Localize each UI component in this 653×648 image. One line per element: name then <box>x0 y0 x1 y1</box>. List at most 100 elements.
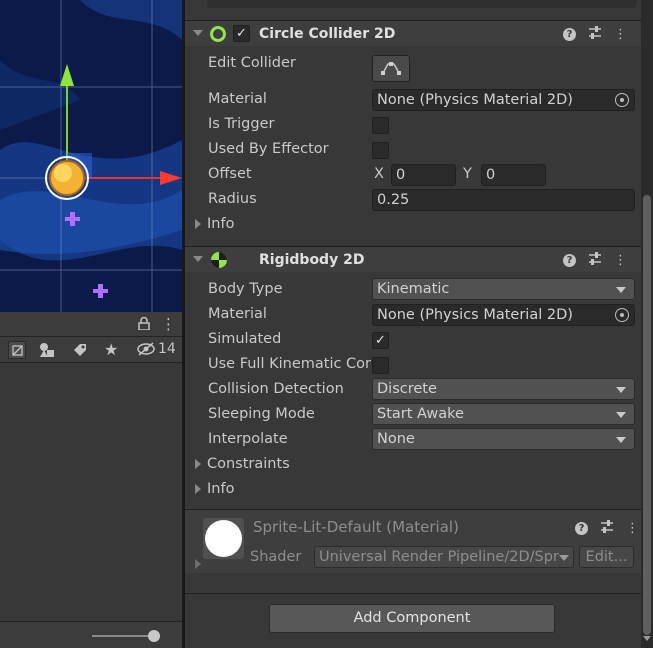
enabled-checkbox[interactable]: ✓ <box>233 25 250 42</box>
scene-view[interactable] <box>0 0 182 312</box>
inspector-scrollbar[interactable] <box>641 0 653 648</box>
info-foldout-icon[interactable] <box>195 219 201 229</box>
zoom-slider-track[interactable] <box>92 635 154 637</box>
scene-toolbar: ⋮ <box>0 312 182 337</box>
material-preview <box>203 518 244 559</box>
chevron-down-icon <box>616 437 626 443</box>
material-value: None (Physics Material 2D) <box>377 92 573 108</box>
offset-x-field[interactable]: 0 <box>391 164 456 186</box>
is-trigger-label: Is Trigger <box>208 116 275 132</box>
radius-field[interactable]: 0.25 <box>372 189 635 211</box>
offset-x-value: 0 <box>396 167 406 183</box>
collision-detection-dropdown[interactable]: Discrete <box>372 378 635 400</box>
material-field[interactable]: None (Physics Material 2D) <box>372 89 635 111</box>
offset-x-label: X <box>374 166 384 182</box>
sleeping-mode-label: Sleeping Mode <box>208 406 315 422</box>
chevron-down-icon <box>616 412 626 418</box>
material-section: Sprite-Lit-Default (Material) ? ⋮ Shader… <box>185 509 641 573</box>
radius-value: 0.25 <box>377 192 410 208</box>
more-options-icon[interactable]: ⋮ <box>614 27 627 42</box>
previous-component-footer <box>207 0 637 8</box>
constraints-foldout-label[interactable]: Constraints <box>207 456 290 472</box>
help-icon[interactable]: ? <box>575 522 588 535</box>
inspector-panel: ✓ Circle Collider 2D ? ⋮ Edit Collider M… <box>185 0 653 648</box>
material-label: Material <box>208 306 267 322</box>
offset-label: Offset <box>208 166 252 182</box>
simulated-label: Simulated <box>208 331 282 347</box>
use-full-kinematic-label: Use Full Kinematic Cor <box>208 356 372 372</box>
presets-icon[interactable] <box>588 252 602 269</box>
foldout-expanded-icon[interactable] <box>193 256 203 262</box>
presets-icon[interactable] <box>600 520 614 537</box>
is-trigger-checkbox[interactable] <box>372 117 389 134</box>
offset-y-field[interactable]: 0 <box>481 164 546 186</box>
star-icon[interactable]: ★ <box>104 340 118 359</box>
material-field[interactable]: None (Physics Material 2D) <box>372 304 635 326</box>
more-options-icon[interactable]: ⋮ <box>614 253 627 268</box>
foldout-expanded-icon[interactable] <box>193 30 203 36</box>
rigidbody-header[interactable]: Rigidbody 2D ? ⋮ <box>185 246 641 272</box>
presets-icon[interactable] <box>588 26 602 43</box>
use-full-kinematic-checkbox[interactable] <box>372 357 389 374</box>
add-component-button[interactable]: Add Component <box>269 604 555 633</box>
edit-shape-icon <box>381 62 401 75</box>
scrollbar-thumb[interactable] <box>643 195 651 635</box>
tag-icon[interactable] <box>72 342 88 362</box>
rigidbody-icon <box>210 251 228 273</box>
shader-value: Universal Render Pipeline/2D/Spr <box>319 549 559 565</box>
component-icon[interactable] <box>8 341 26 359</box>
interpolate-dropdown[interactable]: None <box>372 428 635 450</box>
chevron-down-icon <box>616 287 626 293</box>
radius-label: Radius <box>208 191 257 207</box>
more-options-icon[interactable]: ⋮ <box>161 315 176 333</box>
body-type-dropdown[interactable]: Kinematic <box>372 278 635 300</box>
used-by-effector-checkbox[interactable] <box>372 142 389 159</box>
circle-collider-icon <box>210 26 226 42</box>
constraints-foldout-icon[interactable] <box>195 459 201 469</box>
edit-collider-label: Edit Collider <box>208 55 296 71</box>
material-label: Material <box>208 91 267 107</box>
more-options-icon[interactable]: ⋮ <box>626 521 639 536</box>
shader-edit-button[interactable]: Edit... <box>579 546 634 568</box>
scene-canvas <box>0 0 182 312</box>
chevron-down-icon <box>559 555 569 561</box>
zoom-bar <box>0 621 182 648</box>
interpolate-value: None <box>377 431 415 447</box>
scene-icon-bar: ★ 14 <box>0 337 182 363</box>
shader-label: Shader <box>250 549 302 565</box>
scroll-down-icon[interactable] <box>643 636 651 641</box>
body-type-label: Body Type <box>208 281 283 297</box>
sleeping-mode-value: Start Awake <box>377 406 464 422</box>
body-type-value: Kinematic <box>377 281 450 297</box>
shapes-icon[interactable] <box>38 342 56 362</box>
offset-y-label: Y <box>463 166 472 182</box>
info-foldout-icon[interactable] <box>195 484 201 494</box>
simulated-checkbox[interactable]: ✓ <box>372 332 389 349</box>
visibility-icon[interactable] <box>137 342 155 360</box>
object-picker-icon[interactable] <box>615 93 629 107</box>
shader-dropdown[interactable]: Universal Render Pipeline/2D/Spr <box>314 546 574 568</box>
info-foldout-label[interactable]: Info <box>207 216 234 232</box>
collision-detection-value: Discrete <box>377 381 437 397</box>
object-picker-icon[interactable] <box>615 308 629 322</box>
edit-collider-button[interactable] <box>372 55 410 82</box>
project-panel <box>0 363 182 621</box>
lock-icon[interactable] <box>138 316 150 331</box>
component-title: Circle Collider 2D <box>259 25 396 42</box>
offset-y-value: 0 <box>486 167 496 183</box>
material-value: None (Physics Material 2D) <box>377 307 573 323</box>
help-icon[interactable]: ? <box>563 28 576 41</box>
material-title: Sprite-Lit-Default (Material) <box>253 518 459 536</box>
info-foldout-label[interactable]: Info <box>207 481 234 497</box>
circle-collider-header[interactable]: ✓ Circle Collider 2D ? ⋮ <box>185 20 641 46</box>
hidden-count: 14 <box>158 341 176 357</box>
sleeping-mode-dropdown[interactable]: Start Awake <box>372 403 635 425</box>
zoom-slider-handle[interactable] <box>148 630 160 642</box>
chevron-down-icon <box>616 387 626 393</box>
component-title: Rigidbody 2D <box>259 251 365 268</box>
foldout-collapsed-icon[interactable] <box>195 559 201 569</box>
help-icon[interactable]: ? <box>563 254 576 267</box>
interpolate-label: Interpolate <box>208 431 288 447</box>
section-divider <box>185 593 641 594</box>
collision-detection-label: Collision Detection <box>208 381 344 397</box>
